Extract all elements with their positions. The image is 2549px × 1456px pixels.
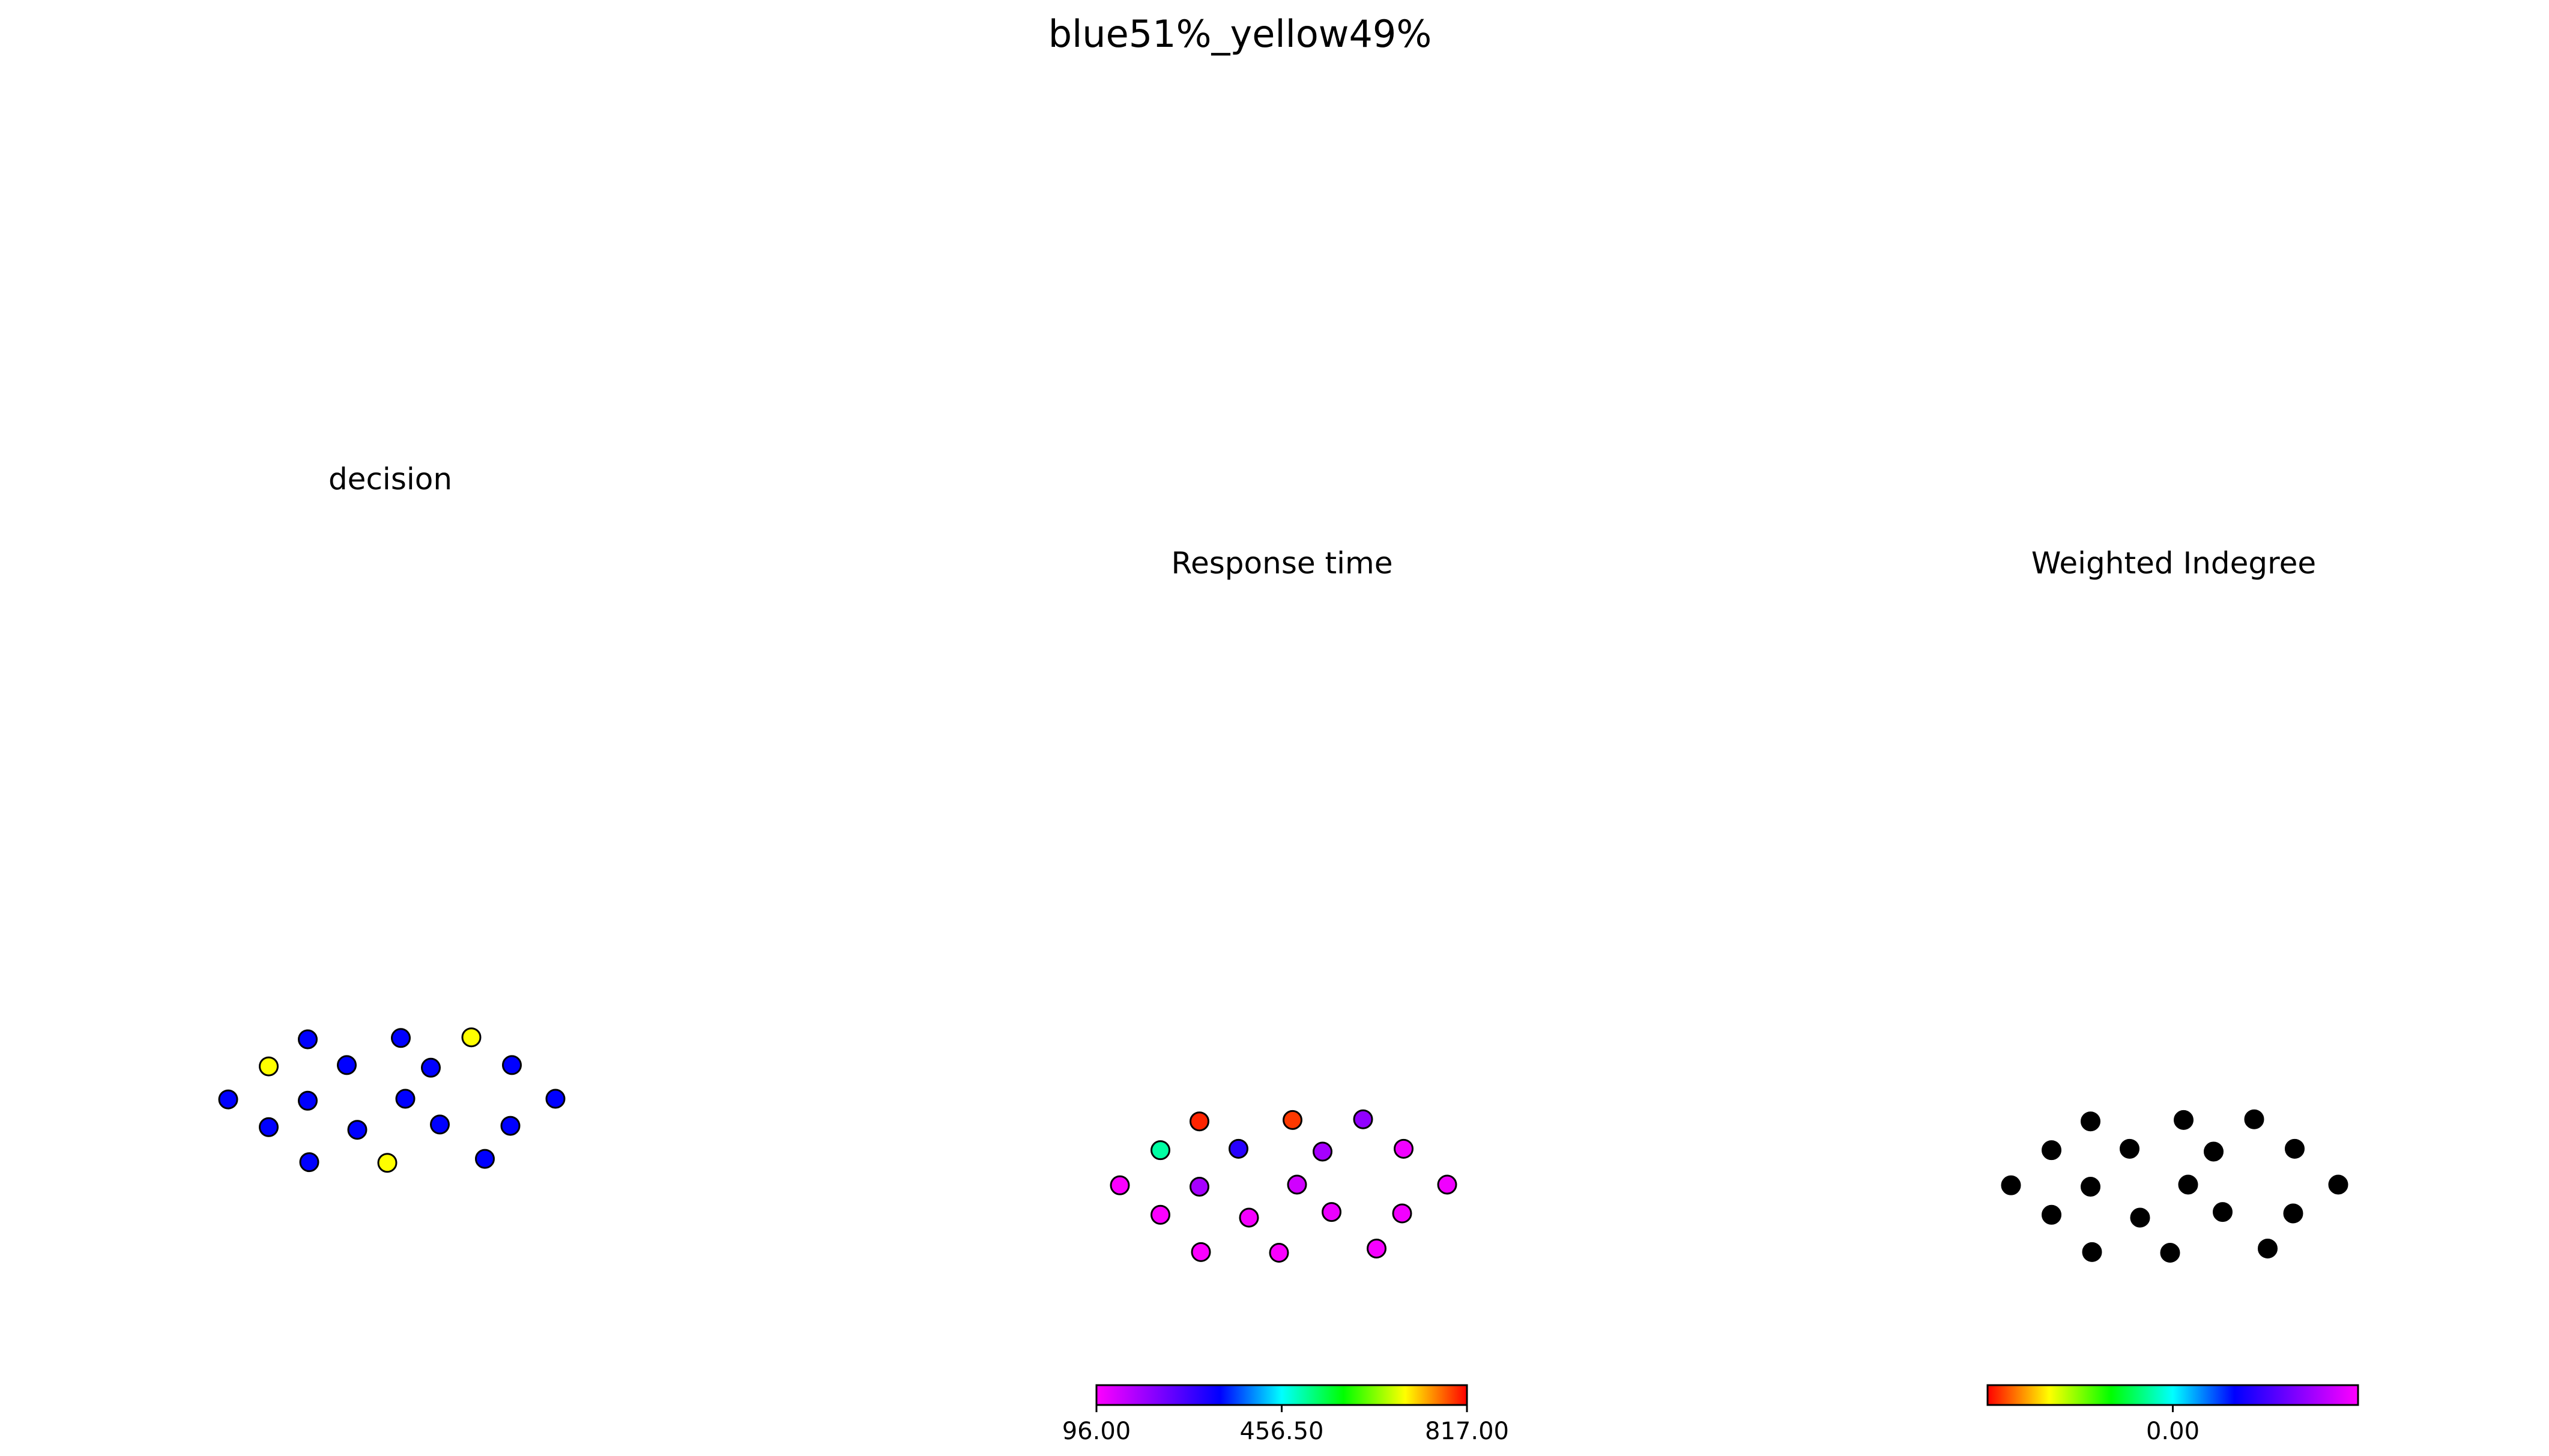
node-point bbox=[1239, 1207, 1259, 1228]
node-point bbox=[1392, 1203, 1412, 1224]
node-point bbox=[1322, 1202, 1341, 1222]
response-time-nodes bbox=[1110, 1109, 1457, 1263]
node-point bbox=[500, 1116, 521, 1136]
node-point bbox=[2283, 1203, 2303, 1224]
colorbar-tick-label: 96.00 bbox=[1062, 1418, 1131, 1445]
node-point bbox=[1151, 1140, 1170, 1161]
node-point bbox=[259, 1117, 279, 1137]
node-point bbox=[421, 1057, 441, 1078]
colorbar-tick-label: 817.00 bbox=[1425, 1418, 1509, 1445]
panel-title-decision: decision bbox=[328, 462, 452, 497]
node-point bbox=[2244, 1109, 2264, 1129]
response-time-colorbar bbox=[1095, 1384, 1468, 1406]
node-point bbox=[299, 1152, 319, 1173]
node-point bbox=[2174, 1110, 2194, 1130]
node-point bbox=[1269, 1242, 1289, 1263]
colorbar-tick-label: 456.50 bbox=[1240, 1418, 1324, 1445]
node-point bbox=[1394, 1138, 1414, 1159]
node-point bbox=[2042, 1204, 2061, 1225]
node-point bbox=[545, 1089, 566, 1109]
node-point bbox=[1367, 1238, 1386, 1258]
node-point bbox=[461, 1027, 482, 1048]
node-point bbox=[1437, 1174, 1457, 1195]
node-point bbox=[1353, 1109, 1373, 1129]
node-point bbox=[1151, 1204, 1170, 1225]
node-point bbox=[1191, 1242, 1211, 1262]
node-point bbox=[2042, 1140, 2061, 1161]
node-point bbox=[1190, 1111, 1209, 1132]
node-point bbox=[2213, 1202, 2233, 1222]
node-point bbox=[2328, 1174, 2348, 1195]
node-point bbox=[218, 1089, 238, 1110]
node-point bbox=[2178, 1174, 2198, 1195]
node-point bbox=[1313, 1141, 1332, 1162]
node-point bbox=[2120, 1138, 2139, 1159]
node-point bbox=[2081, 1177, 2100, 1197]
node-point bbox=[347, 1120, 367, 1140]
node-point bbox=[2001, 1175, 2021, 1195]
node-point bbox=[395, 1089, 416, 1109]
node-point bbox=[502, 1055, 522, 1075]
node-point bbox=[2082, 1242, 2102, 1262]
node-point bbox=[298, 1090, 318, 1111]
node-point bbox=[2160, 1242, 2180, 1263]
node-point bbox=[2258, 1238, 2278, 1258]
weighted-indegree-colorbar bbox=[1986, 1384, 2359, 1406]
node-point bbox=[2204, 1141, 2224, 1162]
response-time-colorbar-ticks: 96.00 456.50 817.00 bbox=[1062, 1405, 1509, 1445]
node-point bbox=[391, 1028, 411, 1048]
node-point bbox=[337, 1055, 357, 1075]
node-point bbox=[298, 1029, 318, 1050]
figure-title: blue51%_yellow49% bbox=[1048, 12, 1432, 56]
node-point bbox=[2285, 1138, 2305, 1159]
panel-title-response-time: Response time bbox=[1172, 546, 1393, 581]
weighted-indegree-nodes bbox=[2001, 1109, 2348, 1263]
node-point bbox=[475, 1149, 495, 1169]
node-point bbox=[1287, 1174, 1307, 1195]
decision-nodes bbox=[218, 1027, 566, 1173]
figure: blue51%_yellow49% decision Response time… bbox=[218, 12, 2359, 1445]
node-point bbox=[430, 1114, 450, 1135]
node-point bbox=[1190, 1177, 1209, 1197]
node-point bbox=[2081, 1111, 2100, 1132]
panel-title-weighted-indegree: Weighted Indegree bbox=[2031, 546, 2316, 581]
node-point bbox=[1283, 1110, 1302, 1130]
colorbar-tick-label: 0.00 bbox=[2146, 1418, 2200, 1445]
node-point bbox=[2130, 1207, 2150, 1228]
node-point bbox=[377, 1153, 398, 1173]
node-point bbox=[1229, 1138, 1248, 1159]
node-point bbox=[1110, 1175, 1130, 1195]
node-point bbox=[259, 1056, 279, 1077]
weighted-indegree-colorbar-ticks: 0.00 bbox=[2146, 1405, 2200, 1445]
